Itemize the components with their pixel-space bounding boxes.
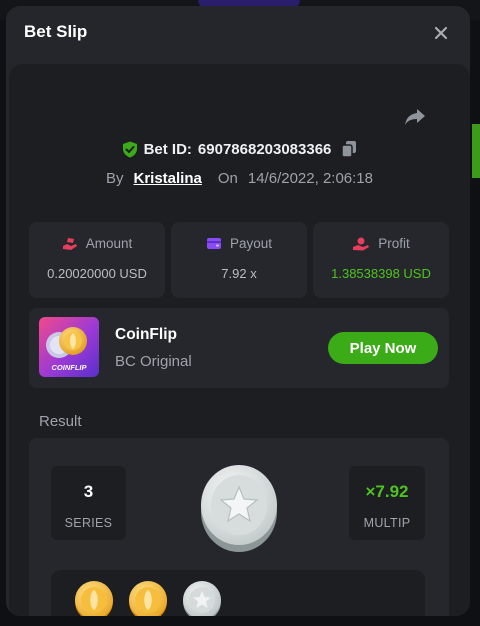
- series-value: 3: [83, 482, 94, 501]
- close-icon: [434, 26, 448, 40]
- close-button[interactable]: [428, 20, 454, 46]
- on-label: On: [217, 169, 238, 187]
- silver-star-coin-icon: [199, 462, 279, 552]
- by-label: By: [105, 169, 124, 187]
- profit-hand-icon: [353, 237, 370, 250]
- share-icon: [405, 109, 425, 125]
- multiplier-label: MULTIP: [363, 516, 411, 530]
- series-label: SERIES: [64, 516, 113, 530]
- modal-header: Bet Slip: [6, 6, 470, 64]
- stat-card-amount: Amount 0.20020000 USD: [29, 222, 165, 298]
- wallet-icon: [206, 238, 221, 249]
- stat-value-payout: 7.92 x: [221, 266, 257, 281]
- stat-label-amount: Amount: [85, 236, 133, 251]
- svg-text:COINFLIP: COINFLIP: [52, 363, 88, 372]
- game-card: COINFLIP CoinFlip BC Original Play Now: [29, 308, 449, 388]
- stat-value-profit: 1.38538398 USD: [331, 266, 431, 281]
- stat-label-payout: Payout: [229, 236, 273, 251]
- game-name: CoinFlip: [115, 326, 177, 343]
- stat-card-profit: Profit 1.38538398 USD: [313, 222, 449, 298]
- bet-detail-panel: Bet ID: 6907868203083366 By Kristalina O…: [9, 64, 470, 616]
- bet-id-label: Bet ID:: [143, 140, 192, 158]
- stat-value-amount: 0.20020000 USD: [47, 266, 147, 281]
- stat-card-payout: Payout 7.92 x: [171, 222, 307, 298]
- copy-icon[interactable]: [341, 140, 357, 158]
- bet-datetime: 14/6/2022, 2:06:18: [247, 169, 373, 187]
- result-panel: 3 SERIES ×7.92 MULTIP: [29, 438, 449, 616]
- play-now-button[interactable]: Play Now: [328, 332, 438, 364]
- bet-stats: Amount 0.20020000 USD Payout 7.92 x Prof…: [29, 222, 449, 298]
- stat-label-profit: Profit: [378, 236, 410, 251]
- background-edge-button: [472, 124, 480, 178]
- gold-coin-icon: [127, 580, 169, 616]
- multiplier-box: ×7.92 MULTIP: [349, 466, 425, 540]
- multiplier-value: ×7.92: [365, 482, 409, 501]
- coinflip-art-icon: COINFLIP: [39, 317, 99, 377]
- series-box: 3 SERIES: [51, 466, 126, 540]
- modal-title: Bet Slip: [24, 22, 88, 41]
- share-button[interactable]: [402, 104, 428, 130]
- bet-hand-icon: [62, 237, 77, 250]
- username-link[interactable]: Kristalina: [134, 170, 202, 187]
- bet-author-row: By Kristalina On 14/6/2022, 2:06:18: [9, 168, 470, 188]
- game-subtitle: BC Original: [115, 353, 192, 370]
- bet-slip-modal: Bet Slip Bet ID: 6907868203083366 By Kri…: [6, 6, 470, 616]
- coinflip-thumbnail[interactable]: COINFLIP: [39, 317, 99, 377]
- bet-id-value: 6907868203083366: [197, 140, 332, 158]
- flip-history: [51, 570, 425, 616]
- bet-id-row: Bet ID: 6907868203083366: [9, 138, 470, 160]
- silver-coin-icon: [181, 580, 223, 616]
- verified-shield-icon: [122, 141, 137, 157]
- gold-coin-icon: [73, 580, 115, 616]
- result-label: Result: [39, 413, 82, 430]
